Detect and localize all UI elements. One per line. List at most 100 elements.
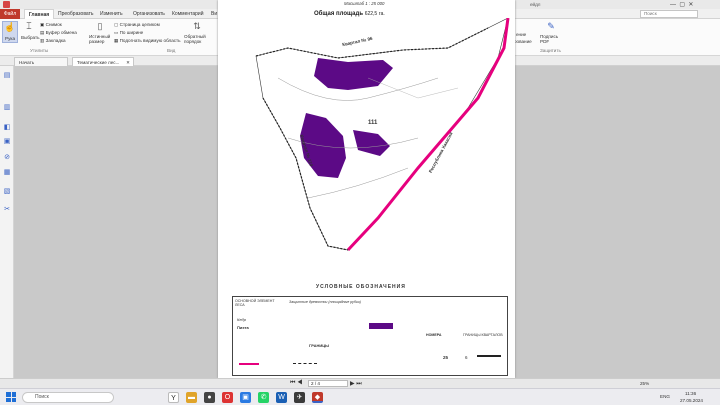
hand-icon: ☝	[4, 22, 16, 32]
view-group-label: Вид	[167, 48, 176, 53]
bookmarks-icon[interactable]: ▥	[3, 104, 11, 112]
legend-purple-swatch	[369, 323, 393, 329]
fit-width-label: По ширине	[119, 30, 144, 35]
tools-group-label: Утилиты	[30, 48, 49, 53]
word-icon[interactable]: W	[276, 392, 287, 403]
layers-icon[interactable]: ◧	[3, 124, 11, 132]
pdf-page: Масштаб 1 : 25 000 Общая площадь 622,5 г…	[218, 0, 515, 378]
comments-icon[interactable]: ▣	[3, 138, 11, 146]
fields-icon[interactable]: ▧	[3, 188, 11, 196]
first-page-icon[interactable]: ⏮ ◀	[290, 380, 302, 387]
legend-borders: ГРАНИЦЫ	[309, 343, 330, 348]
left-sidebar: ▤ ▥ ◧ ▣ ⊘ ▦ ▧ ✂	[0, 66, 14, 384]
close-tab-icon[interactable]: ✕	[126, 58, 130, 67]
page-navigation: ⏮ ◀ 2 / 4 ▶ ⏭ 25%	[0, 378, 720, 388]
taskbar-search[interactable]: Поиск	[22, 392, 114, 403]
fit-visible-label: Подогнать видимую область	[119, 38, 181, 43]
signature-icon: ✎	[547, 21, 555, 31]
doc-tab-thematic-label: Тематические лес...	[77, 60, 120, 65]
block-number: 111	[368, 120, 378, 126]
zoom-level[interactable]: 25%	[640, 381, 649, 386]
language-indicator[interactable]: ENG	[660, 394, 670, 399]
select-label: Выбрать	[21, 35, 40, 40]
store-icon[interactable]: ▣	[240, 392, 251, 403]
snapshot-label: Снимок	[45, 22, 62, 27]
tab-convert[interactable]: Преобразовать	[58, 9, 98, 19]
legend-borders-label: ГРАНИЦЫ КВАРТАЛОВ	[463, 333, 503, 337]
fit-visible-button[interactable]: ▦ Подогнать видимую область	[114, 38, 181, 44]
tab-comment[interactable]: Комментарий	[172, 9, 208, 19]
sign-pdf-button[interactable]: ✎ Подпись PDF	[540, 21, 562, 47]
yandex-icon[interactable]: Y	[168, 392, 179, 403]
file-explorer-icon[interactable]: ▬	[186, 392, 197, 403]
area-unit: га.	[378, 11, 385, 17]
bookmark-icon: ▥	[40, 38, 45, 43]
compare-partial2-label: рование	[514, 39, 532, 44]
legend-num-6: 6	[465, 355, 468, 360]
page-icon: ▯	[97, 21, 103, 31]
reverse-icon: ⇅	[193, 21, 201, 31]
legend-pikhta: Пихта	[237, 325, 249, 330]
fit-page-icon: ▢	[114, 22, 119, 27]
actual-size-button[interactable]: ▯ Истинный размер	[88, 21, 112, 47]
tab-organize[interactable]: Организовать	[133, 9, 169, 19]
tab-edit[interactable]: Изменить	[100, 9, 130, 19]
windows-start-icon[interactable]	[6, 392, 16, 402]
doc-tab-start[interactable]: Начать	[14, 57, 68, 66]
taskbar-search-label: Поиск	[35, 394, 49, 400]
legend-header2: Защитные древостои (площадные рубки)	[289, 300, 361, 304]
doc-tab-start-label: Начать	[19, 60, 35, 65]
security-icon[interactable]: ▦	[3, 169, 11, 177]
clock-date[interactable]: 27.05.2024	[680, 398, 703, 403]
snapshot-button[interactable]: ▣ Снимок	[40, 22, 62, 28]
reverse-order-button[interactable]: ⇅ Обратный порядок	[184, 21, 210, 47]
attachments-icon[interactable]: ⊘	[3, 154, 11, 162]
legend-pink-line	[239, 363, 259, 365]
legend-header1: ОСНОВНОЙ ЭЛЕМЕНТ ЛЕСА	[235, 299, 275, 307]
camera-icon: ▣	[40, 22, 45, 27]
fit-visible-icon: ▦	[114, 38, 119, 43]
fit-width-button[interactable]: ▭ По ширине	[114, 30, 143, 36]
next-page-icon[interactable]: ▶ ⏭	[350, 380, 362, 388]
protect-group-label: Защитить	[540, 48, 561, 53]
search-input[interactable]: Поиск	[640, 10, 698, 18]
window-controls[interactable]: — ▢ ✕	[670, 1, 693, 8]
clock-time[interactable]: 11:36	[685, 391, 696, 396]
page-number-input[interactable]: 2 / 4	[308, 380, 348, 387]
chrome-icon[interactable]: ●	[204, 392, 215, 403]
clipboard-button[interactable]: ▤ Буфер обмена	[40, 30, 77, 36]
telegram-icon[interactable]: ✈	[294, 392, 305, 403]
legend-table: ОСНОВНОЙ ЭЛЕМЕНТ ЛЕСА Защитные древостои…	[232, 296, 508, 376]
select-button[interactable]: ⌶ Выбрать	[20, 21, 40, 43]
legend-numbers: НОМЕРА	[426, 333, 442, 337]
pdf-reader-icon[interactable]: ◆	[312, 392, 323, 403]
clipboard-label: Буфер обмена	[45, 30, 77, 35]
bookmark-button[interactable]: ▥ Закладка	[40, 38, 66, 44]
forest-map	[255, 18, 510, 252]
page-whole-button[interactable]: ▢ Страница целиком	[114, 22, 160, 28]
actual-size-label: Истинный размер	[89, 34, 111, 44]
sign-pdf-label: Подпись PDF	[540, 34, 559, 44]
taskbar: Поиск Y ▬ ● O ▣ ✆ W ✈ ◆ ENG 11:36 27.05.…	[0, 388, 720, 405]
whatsapp-icon[interactable]: ✆	[258, 392, 269, 403]
hand-button[interactable]: ☝ Рука	[2, 21, 18, 43]
pages-icon[interactable]: ▤	[3, 72, 11, 80]
legend-title: УСЛОВНЫЕ ОБОЗНАЧЕНИЯ	[316, 284, 406, 290]
fit-width-icon: ▭	[114, 30, 119, 35]
tools-icon[interactable]: ✂	[3, 206, 11, 214]
cursor-icon: ⌶	[26, 21, 32, 31]
legend-dashed-line	[293, 363, 317, 364]
bookmark-label: Закладка	[45, 38, 66, 43]
legend-solid-line	[477, 355, 501, 357]
total-area-label: Общая площадь	[314, 11, 364, 17]
title-right-text: ейдл	[530, 2, 541, 7]
reverse-order-label: Обратный порядок	[184, 34, 206, 44]
opera-icon[interactable]: O	[222, 392, 233, 403]
tab-home[interactable]: Главная	[24, 9, 54, 19]
map-scale: Масштаб 1 : 25 000	[344, 1, 385, 6]
total-area-value: 622,5	[364, 11, 378, 17]
tab-file[interactable]: Файл	[0, 9, 20, 19]
legend-num-25: 25	[443, 355, 449, 360]
doc-tab-thematic[interactable]: Тематические лес... ✕	[72, 57, 134, 66]
page-whole-label: Страница целиком	[119, 22, 160, 27]
